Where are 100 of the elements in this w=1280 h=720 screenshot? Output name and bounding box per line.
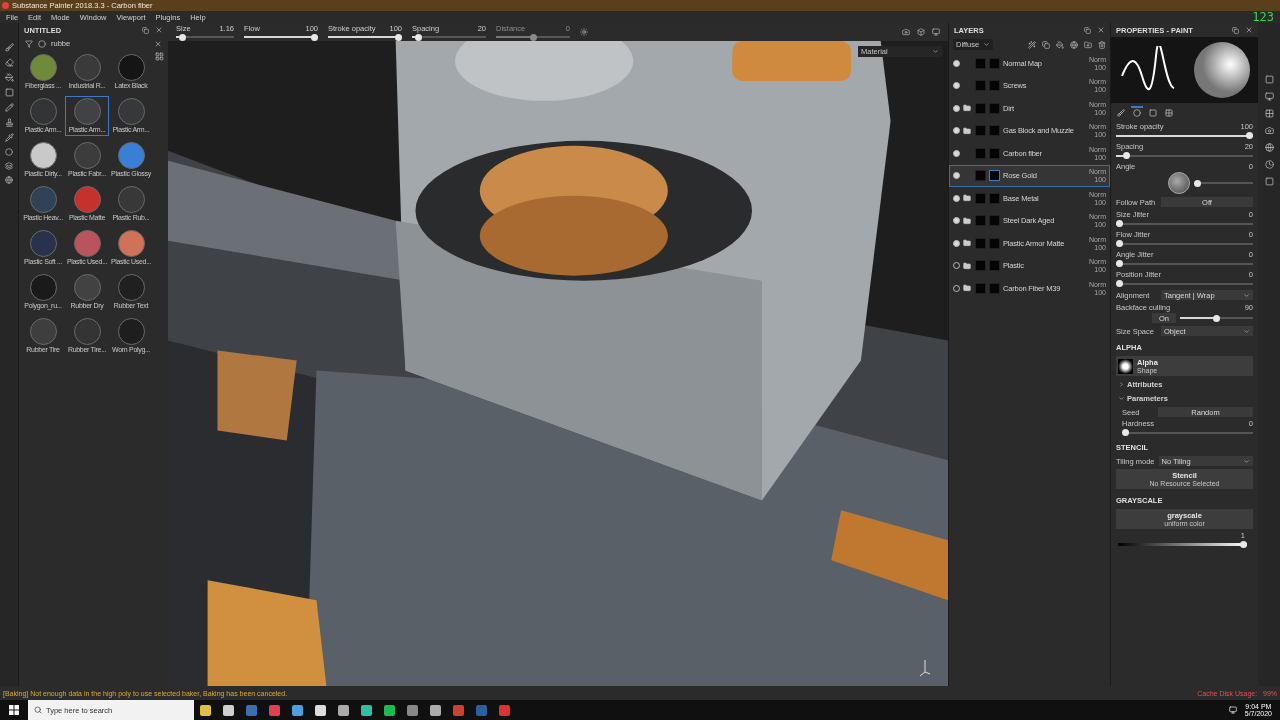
panel-icon[interactable] bbox=[1264, 160, 1274, 169]
layer-thumbnail bbox=[975, 147, 986, 159]
tool-icon[interactable] bbox=[4, 73, 14, 82]
close-icon[interactable] bbox=[155, 26, 163, 34]
circle-icon[interactable] bbox=[38, 39, 46, 48]
slider-thumb[interactable] bbox=[1213, 314, 1220, 322]
caret-icon[interactable] bbox=[1118, 381, 1125, 388]
slider-track[interactable] bbox=[1116, 220, 1253, 227]
slider-thumb[interactable] bbox=[1246, 132, 1253, 139]
properties-tab[interactable] bbox=[1131, 106, 1143, 118]
tool-icon[interactable] bbox=[4, 118, 14, 127]
layer-thumbnail bbox=[975, 170, 986, 182]
slider-thumb[interactable] bbox=[1122, 429, 1129, 436]
mask-thumbnail bbox=[989, 102, 1000, 114]
trash-icon[interactable] bbox=[1098, 40, 1106, 49]
app-icon[interactable] bbox=[361, 704, 372, 716]
folder-icon bbox=[963, 239, 971, 248]
tray-icon[interactable] bbox=[1228, 706, 1237, 714]
slider-thumb[interactable] bbox=[1116, 280, 1123, 287]
axis-gizmo-icon bbox=[918, 658, 932, 678]
app-icon[interactable] bbox=[200, 704, 211, 716]
layer-thumbnail bbox=[975, 80, 986, 92]
float-icon[interactable] bbox=[1084, 26, 1091, 34]
caret-icon[interactable] bbox=[983, 41, 991, 48]
folder-icon[interactable] bbox=[1084, 40, 1092, 49]
slider-track[interactable] bbox=[1116, 132, 1253, 139]
slider-thumb[interactable] bbox=[1116, 240, 1123, 247]
caret-icon[interactable] bbox=[1243, 327, 1250, 335]
slider-thumb[interactable] bbox=[1116, 260, 1123, 267]
slider-thumb[interactable] bbox=[1240, 541, 1247, 548]
cube-icon[interactable] bbox=[917, 28, 925, 36]
folder-icon bbox=[963, 216, 971, 225]
visibility-toggle[interactable] bbox=[953, 194, 960, 202]
slider-track[interactable] bbox=[1116, 260, 1253, 267]
panel-icon[interactable] bbox=[1264, 126, 1274, 135]
slider-track[interactable] bbox=[244, 33, 318, 41]
caret-icon[interactable] bbox=[1118, 395, 1125, 402]
slider-track[interactable] bbox=[1116, 240, 1253, 247]
slider-thumb[interactable] bbox=[395, 33, 402, 41]
slider-thumb[interactable] bbox=[1122, 152, 1130, 159]
slider-track[interactable] bbox=[1116, 280, 1253, 287]
slider-thumb[interactable] bbox=[1194, 179, 1201, 187]
slider-track[interactable] bbox=[412, 33, 486, 41]
slider-track[interactable] bbox=[1122, 429, 1253, 436]
panel-icon[interactable] bbox=[1264, 92, 1274, 101]
bucket-icon[interactable] bbox=[1056, 40, 1064, 49]
float-icon[interactable] bbox=[1232, 26, 1239, 34]
slider-thumb[interactable] bbox=[311, 33, 318, 41]
wand-icon[interactable] bbox=[1028, 40, 1036, 49]
panel-icon[interactable] bbox=[1264, 177, 1274, 186]
panel-icon[interactable] bbox=[1264, 143, 1274, 152]
globe-icon[interactable] bbox=[1070, 40, 1078, 49]
slider-thumb[interactable] bbox=[415, 33, 423, 41]
visibility-toggle[interactable] bbox=[953, 239, 960, 247]
visibility-toggle[interactable] bbox=[953, 217, 960, 225]
angle-dial[interactable] bbox=[1168, 172, 1190, 194]
close-icon[interactable] bbox=[1245, 26, 1253, 34]
properties-tab[interactable] bbox=[1115, 106, 1127, 118]
app-icon[interactable] bbox=[315, 704, 326, 716]
close-icon[interactable] bbox=[154, 39, 162, 48]
tool-icon[interactable] bbox=[4, 58, 14, 67]
visibility-toggle[interactable] bbox=[953, 59, 960, 67]
layers-icon[interactable] bbox=[5, 162, 13, 170]
add-layer-icon[interactable] bbox=[1042, 40, 1050, 49]
circle-icon[interactable] bbox=[5, 148, 13, 156]
app-icon[interactable] bbox=[292, 704, 303, 716]
globe-icon[interactable] bbox=[5, 176, 13, 184]
app-icon[interactable] bbox=[384, 704, 395, 716]
float-icon[interactable] bbox=[142, 26, 149, 34]
tool-icon[interactable] bbox=[4, 103, 14, 112]
properties-tab[interactable] bbox=[1163, 106, 1175, 118]
grid-icon[interactable] bbox=[155, 52, 164, 61]
slider-track[interactable] bbox=[1194, 179, 1253, 187]
visibility-toggle[interactable] bbox=[953, 104, 960, 112]
app-icon[interactable] bbox=[223, 704, 234, 716]
slider-track[interactable] bbox=[328, 33, 402, 41]
panel-icon[interactable] bbox=[1264, 75, 1274, 84]
caret-icon[interactable] bbox=[1243, 291, 1250, 299]
visibility-toggle[interactable] bbox=[953, 127, 960, 135]
layer-thumbnail bbox=[975, 260, 986, 272]
gradient-slider[interactable] bbox=[1118, 541, 1247, 548]
caret-icon[interactable] bbox=[932, 48, 939, 55]
slider-thumb[interactable] bbox=[178, 33, 186, 41]
tool-icon[interactable] bbox=[4, 43, 14, 52]
visibility-toggle[interactable] bbox=[953, 82, 960, 90]
slider-track[interactable] bbox=[176, 33, 234, 41]
properties-tab[interactable] bbox=[1147, 106, 1159, 118]
tool-icon[interactable] bbox=[4, 133, 14, 142]
panel-icon[interactable] bbox=[1264, 109, 1274, 118]
close-icon[interactable] bbox=[1097, 26, 1105, 34]
visibility-toggle[interactable] bbox=[953, 172, 960, 180]
app-icon[interactable] bbox=[430, 704, 441, 716]
slider-thumb[interactable] bbox=[1116, 220, 1123, 227]
monitor-icon[interactable] bbox=[932, 28, 940, 36]
filter-icon[interactable] bbox=[25, 39, 33, 48]
caret-icon[interactable] bbox=[1243, 457, 1250, 465]
app-icon[interactable] bbox=[338, 704, 349, 716]
camera-icon[interactable] bbox=[902, 28, 910, 36]
visibility-toggle[interactable] bbox=[953, 149, 960, 157]
tool-icon[interactable] bbox=[4, 88, 14, 97]
